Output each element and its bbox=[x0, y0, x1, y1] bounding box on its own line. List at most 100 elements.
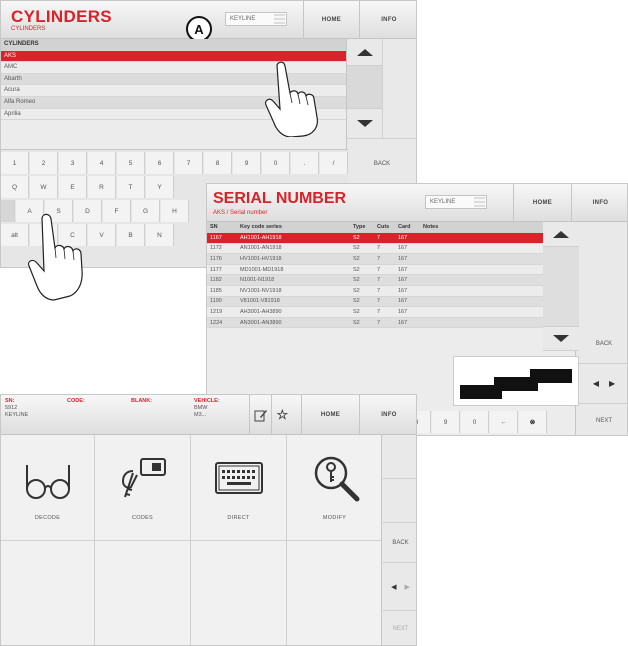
column-header: Cuts bbox=[374, 222, 395, 233]
info-button[interactable]: INFO bbox=[359, 1, 416, 39]
info-button[interactable]: INFO bbox=[571, 184, 627, 222]
cell-cuts: 7 bbox=[374, 253, 395, 265]
table-row[interactable]: 1185 NV1001-NV1918 S2 7 167 bbox=[207, 285, 577, 297]
home-label: HOME bbox=[532, 200, 553, 206]
magnifier-key-icon bbox=[314, 456, 360, 502]
next-button[interactable]: NEXT bbox=[383, 611, 416, 645]
list-header: CYLINDERS bbox=[1, 39, 348, 51]
back-button[interactable]: BACK bbox=[579, 324, 627, 364]
backspace-key[interactable]: ← bbox=[490, 411, 518, 433]
back-button[interactable]: BACK bbox=[347, 139, 416, 189]
key[interactable]: W bbox=[30, 176, 58, 198]
key[interactable]: R bbox=[88, 176, 116, 198]
callout-letter: A bbox=[194, 21, 204, 37]
arrow-right-icon[interactable]: ▶ bbox=[609, 379, 615, 388]
key[interactable]: 5 bbox=[117, 152, 145, 174]
table-row[interactable]: 1172 AN1001-AN1918 S2 7 167 bbox=[207, 243, 577, 255]
table-row[interactable]: 1219 AH3001-AH3890 S2 7 167 bbox=[207, 306, 577, 318]
cell-sn: 1172 bbox=[207, 243, 237, 255]
key[interactable]: / bbox=[320, 152, 348, 174]
home-button[interactable]: HOME bbox=[301, 395, 359, 435]
cell-card: 167 bbox=[395, 264, 420, 276]
machine-select-value: KEYLINE bbox=[230, 16, 256, 22]
key[interactable]: H bbox=[161, 200, 189, 222]
table-row[interactable]: 1190 V81001-V81918 S2 7 167 bbox=[207, 296, 577, 308]
info-button[interactable]: INFO bbox=[359, 395, 416, 435]
modify-label: MODIFY bbox=[322, 515, 347, 521]
cell-type: S2 bbox=[350, 232, 374, 244]
key[interactable]: 1 bbox=[1, 152, 29, 174]
favorite-button[interactable]: ☆ bbox=[271, 395, 293, 435]
cell-cuts: 7 bbox=[374, 232, 395, 244]
modify-tile[interactable]: MODIFY bbox=[287, 435, 383, 541]
table-row[interactable]: 1182 N1001-N1918 S2 7 167 bbox=[207, 274, 577, 287]
machine-select[interactable]: KEYLINE bbox=[425, 195, 487, 209]
key[interactable]: B bbox=[117, 224, 145, 246]
key-profile-panel bbox=[453, 356, 579, 406]
edit-button[interactable] bbox=[249, 395, 271, 435]
key[interactable]: 0 bbox=[262, 152, 290, 174]
cell-series: N1001-N1918 bbox=[237, 274, 350, 287]
cell-type: S2 bbox=[350, 296, 374, 308]
cell-type: S2 bbox=[350, 317, 374, 329]
machine-select[interactable]: KEYLINE bbox=[225, 12, 287, 26]
cell-card: 167 bbox=[395, 317, 420, 329]
key[interactable]: 0 bbox=[461, 411, 489, 433]
cell-card: 167 bbox=[395, 274, 420, 287]
arrow-down-icon bbox=[553, 335, 569, 342]
dropdown-icon bbox=[274, 14, 285, 24]
key[interactable]: 9 bbox=[233, 152, 261, 174]
arrow-down-icon bbox=[356, 120, 373, 127]
back-button[interactable]: BACK bbox=[383, 523, 416, 563]
nav-arrows[interactable]: ◀ ▶ bbox=[579, 364, 627, 404]
key[interactable]: 4 bbox=[88, 152, 116, 174]
key[interactable]: 9 bbox=[432, 411, 460, 433]
key[interactable]: Q bbox=[1, 176, 29, 198]
home-button[interactable]: HOME bbox=[303, 1, 359, 39]
next-button[interactable]: NEXT bbox=[579, 404, 627, 435]
key[interactable]: N bbox=[146, 224, 174, 246]
key[interactable]: 7 bbox=[175, 152, 203, 174]
key[interactable]: 8 bbox=[204, 152, 232, 174]
scroll-up-button[interactable] bbox=[543, 222, 579, 247]
header-bar: SN: 5912 KEYLINE CODE: BLANK: VEHICLE: B… bbox=[1, 395, 416, 435]
scroll-down-button[interactable] bbox=[543, 327, 579, 351]
table-row[interactable]: 1224 AN3001-AN3890 S2 7 167 bbox=[207, 317, 577, 329]
cell-cuts: 7 bbox=[374, 264, 395, 276]
arrow-right-icon[interactable]: ▶ bbox=[405, 583, 410, 591]
header-bar: SERIAL NUMBER AKS / Serial number KEYLIN… bbox=[207, 184, 627, 222]
side-empty-cell bbox=[382, 39, 416, 139]
table-row[interactable]: 1176 HV1001-HV1918 S2 7 167 bbox=[207, 253, 577, 265]
key[interactable]: 3 bbox=[59, 152, 87, 174]
key[interactable]: T bbox=[117, 176, 145, 198]
table-row[interactable]: 1177 MD1001-MD1918 S2 7 167 bbox=[207, 264, 577, 276]
table-header-row: SN Key code series Type Cuts Card Notes bbox=[207, 222, 577, 233]
codes-label: CODES bbox=[131, 515, 154, 521]
nav-arrows[interactable]: ◀ ▶ bbox=[383, 563, 416, 611]
key[interactable] bbox=[1, 200, 15, 222]
key[interactable]: 6 bbox=[146, 152, 174, 174]
scrollbar-track[interactable] bbox=[543, 247, 579, 327]
sn-value: 5912 bbox=[5, 405, 18, 411]
clear-key[interactable]: ⊗ bbox=[519, 411, 547, 433]
arrow-left-icon[interactable]: ◀ bbox=[593, 379, 599, 388]
decode-tile[interactable]: DECODE bbox=[1, 435, 95, 541]
key[interactable]: Y bbox=[146, 176, 174, 198]
header-bar: CYLINDERS CYLINDERS A KEYLINE HOME INFO bbox=[1, 1, 416, 42]
cell-sn: 1177 bbox=[207, 264, 237, 276]
empty-tile bbox=[95, 541, 191, 645]
home-button[interactable]: HOME bbox=[513, 184, 571, 222]
cell-cuts: 7 bbox=[374, 306, 395, 318]
key[interactable]: G bbox=[132, 200, 160, 222]
key[interactable]: E bbox=[59, 176, 87, 198]
page-title: CYLINDERS bbox=[11, 7, 112, 26]
codes-tile[interactable]: CODES bbox=[95, 435, 191, 541]
vehicle-make: BMW bbox=[194, 405, 208, 411]
home-label: HOME bbox=[320, 412, 341, 418]
direct-tile[interactable]: DIRECT bbox=[191, 435, 287, 541]
glasses-icon bbox=[26, 465, 70, 499]
key[interactable]: . bbox=[291, 152, 319, 174]
key[interactable]: 2 bbox=[30, 152, 58, 174]
arrow-left-icon[interactable]: ◀ bbox=[391, 583, 396, 591]
table-row[interactable]: 1167 AH1001-AH1918 S2 7 167 bbox=[207, 232, 577, 244]
